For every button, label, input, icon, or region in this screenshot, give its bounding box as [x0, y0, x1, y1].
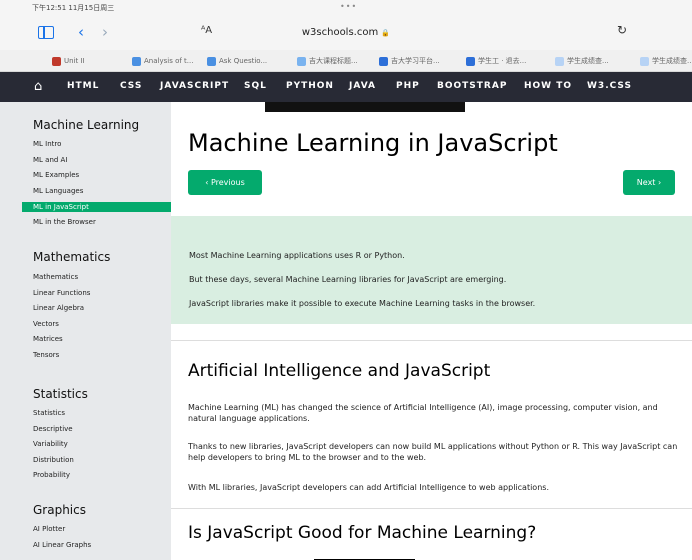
bookmark-favicon-icon	[132, 56, 141, 66]
bookmark-label: 学生工 · 退去...	[478, 57, 527, 65]
bookmark-item[interactable]: 学生成绩查...	[555, 54, 609, 68]
topnav-link-python[interactable]: PYTHON	[286, 81, 334, 91]
bookmark-label: Ask Questio...	[219, 57, 268, 65]
section-heading: Is JavaScript Good for Machine Learning?	[188, 523, 537, 543]
bookmark-favicon-icon	[640, 56, 649, 66]
sidebar-item-distribution[interactable]: Distribution	[33, 456, 74, 464]
paragraph: Machine Learning (ML) has changed the sc…	[188, 403, 658, 423]
intro-line: But these days, several Machine Learning…	[189, 275, 507, 284]
url-text: w3schools.com	[301, 27, 379, 38]
bookmark-favicon-icon	[555, 56, 564, 66]
paragraph: Thanks to new libraries, JavaScript deve…	[188, 442, 678, 462]
bookmark-favicon-icon	[52, 56, 61, 66]
sidebar-heading: Mathematics	[33, 250, 111, 264]
bookmark-item[interactable]: 学生成绩查...	[640, 54, 692, 68]
topnav-link-bootstrap[interactable]: BOOTSTRAP	[437, 81, 507, 91]
bookmark-label: 吉大课程标题...	[309, 57, 358, 65]
bookmark-label: 吉大学习平台...	[391, 57, 440, 65]
topnav-link-html[interactable]: HTML	[67, 81, 99, 91]
sidebar-item-probability[interactable]: Probability	[33, 471, 70, 479]
sidebar-item-statistics[interactable]: Statistics	[33, 409, 65, 417]
next-button[interactable]: Next ›	[623, 170, 675, 195]
topnav-link-sql[interactable]: SQL	[244, 81, 267, 91]
ad-banner	[265, 102, 465, 112]
sidebar-item-vectors[interactable]: Vectors	[33, 320, 59, 328]
topnav-link-php[interactable]: PHP	[396, 81, 420, 91]
sidebar-item-mathematics[interactable]: Mathematics	[33, 273, 78, 281]
previous-button[interactable]: ‹ Previous	[188, 170, 262, 195]
topnav-link-css[interactable]: CSS	[120, 81, 142, 91]
bookmark-favicon-icon	[466, 56, 475, 66]
bookmark-label: Unit II	[64, 57, 85, 65]
bookmarks-bar: Unit II Analysis of t... Ask Questio... 吉大课…	[0, 50, 692, 72]
sidebar-heading: Statistics	[33, 387, 88, 401]
sidebar-item-descriptive[interactable]: Descriptive	[33, 425, 73, 433]
bookmark-item[interactable]: Analysis of t...	[132, 54, 193, 68]
sidebar-heading: Graphics	[33, 503, 86, 517]
site-topnav: ⌂ HTML CSS JAVASCRIPT SQL PYTHON JAVA PHP BOOTS…	[0, 72, 692, 102]
main-content: Machine Learning in JavaScript ‹ Previou…	[171, 102, 692, 560]
page-title: Machine Learning in JavaScript	[188, 129, 558, 157]
lock-icon: 🔒	[381, 29, 391, 37]
sidebar-item-linear-algebra[interactable]: Linear Algebra	[33, 304, 84, 312]
intro-line: JavaScript libraries make it possible to…	[189, 299, 536, 308]
topnav-link-how-to[interactable]: HOW TO	[524, 81, 572, 91]
bookmark-item[interactable]: Unit II	[52, 54, 85, 68]
bookmark-label: 学生成绩查...	[567, 57, 609, 65]
topnav-link-w3-css[interactable]: W3.CSS	[587, 81, 632, 91]
home-icon[interactable]: ⌂	[34, 79, 42, 94]
sidebar-item-ml-in-the-browser[interactable]: ML in the Browser	[33, 218, 96, 226]
sidebar-item-ml-examples[interactable]: ML Examples	[33, 171, 79, 179]
sidebar-heading: Machine Learning	[33, 118, 140, 132]
bookmark-label: Analysis of t...	[144, 57, 194, 65]
status-time: 下午12:51 11月15日周三	[32, 4, 115, 12]
bookmark-label: 学生成绩查...	[652, 57, 692, 65]
topnav-link-javascript[interactable]: JAVASCRIPT	[160, 81, 229, 91]
bookmark-favicon-icon	[207, 56, 216, 66]
intro-line: Most Machine Learning applications uses …	[189, 251, 405, 260]
bookmark-item[interactable]: 吉大学习平台...	[379, 54, 440, 68]
sidebar-item-linear-functions[interactable]: Linear Functions	[33, 289, 90, 297]
multitask-dots[interactable]: •••	[340, 2, 357, 11]
sidebar-item-ai-plotter[interactable]: AI Plotter	[33, 525, 65, 533]
sidebar-item-tensors[interactable]: Tensors	[33, 351, 59, 359]
bookmark-item[interactable]: 吉大课程标题...	[297, 54, 358, 68]
section-heading: Artificial Intelligence and JavaScript	[188, 361, 491, 381]
sidebar-item-ml-languages[interactable]: ML Languages	[33, 187, 83, 195]
bookmark-favicon-icon	[379, 56, 388, 66]
browser-nav-bar: ‹ › ᴬA w3schools.com 🔒 ↻	[0, 14, 692, 50]
sidebar-item-ml-and-ai[interactable]: ML and AI	[33, 156, 67, 164]
divider	[171, 340, 692, 341]
paragraph: With ML libraries, JavaScript developers…	[188, 483, 549, 492]
status-bar: 下午12:51 11月15日周三 •••	[0, 0, 692, 14]
sidebar-item-variability[interactable]: Variability	[33, 440, 68, 448]
sidebar-item-ml-intro[interactable]: ML Intro	[33, 140, 61, 148]
bookmark-item[interactable]: 学生工 · 退去...	[466, 54, 526, 68]
tutorial-sidebar: Machine Learning ML Intro ML and AI ML Exam…	[0, 102, 171, 560]
bookmark-item[interactable]: Ask Questio...	[207, 54, 267, 68]
address-bar[interactable]: w3schools.com 🔒	[0, 27, 692, 38]
sidebar-item-matrices[interactable]: Matrices	[33, 335, 63, 343]
bookmark-favicon-icon	[297, 56, 306, 66]
reload-icon[interactable]: ↻	[617, 23, 627, 37]
sidebar-item-ai-linear-graphs[interactable]: AI Linear Graphs	[33, 541, 91, 549]
sidebar-item-ml-in-javascript[interactable]: ML in JavaScript	[22, 202, 171, 212]
divider	[171, 508, 692, 509]
topnav-link-java[interactable]: JAVA	[349, 81, 376, 91]
intro-box: Most Machine Learning applications uses …	[171, 216, 692, 324]
